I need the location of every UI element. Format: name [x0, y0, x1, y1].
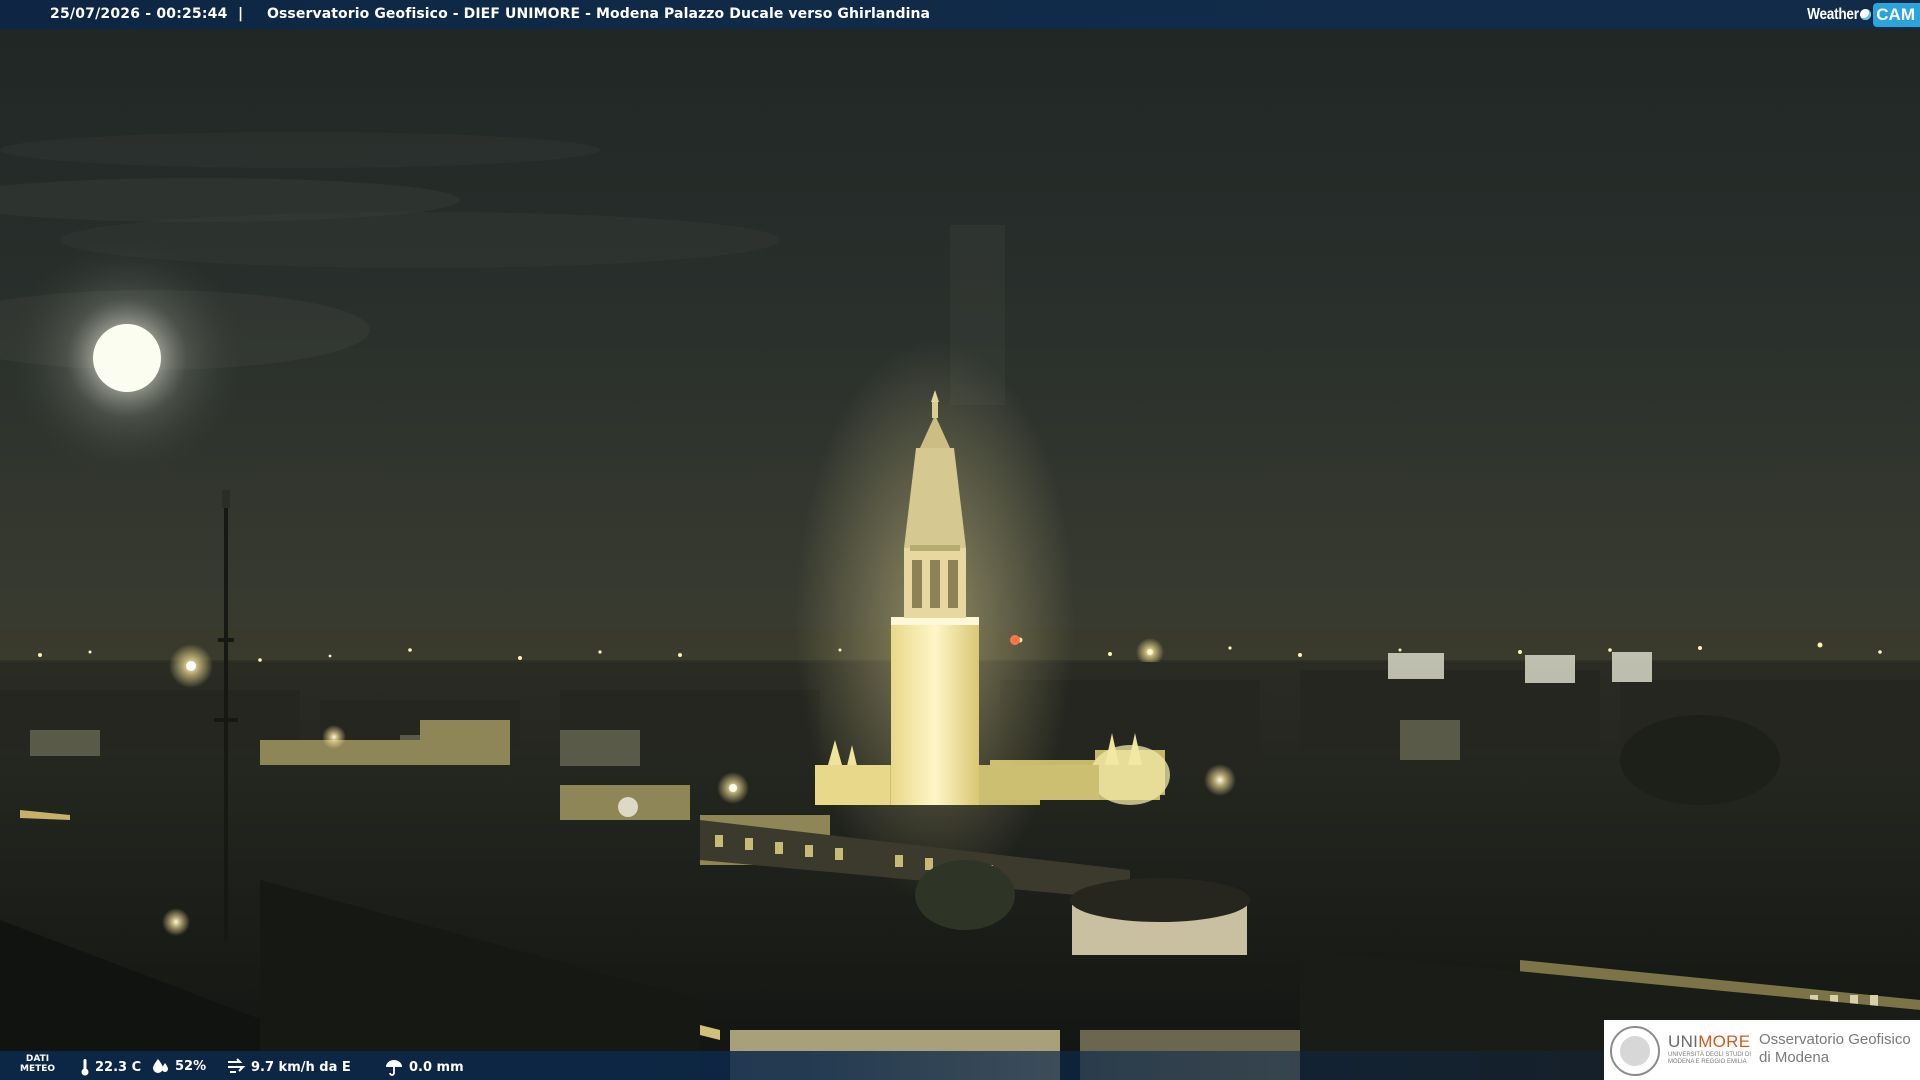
unimore-prefix: UNI — [1668, 1032, 1699, 1051]
rain-icon — [386, 1060, 402, 1076]
camera-title: Osservatorio Geofisico - DIEF UNIMORE - … — [267, 6, 931, 22]
wind-value: 9.7 km/h da E — [251, 1059, 351, 1075]
temperature-reading: 22.3 C — [80, 1058, 141, 1076]
timestamp: 25/07/2026 - 00:25:44 — [50, 6, 228, 22]
weathercam-logo[interactable]: Weather CAM — [1798, 0, 1920, 29]
wind-icon — [228, 1058, 246, 1073]
night-city-scene — [0, 0, 1920, 1080]
webcam-image — [0, 0, 1920, 1080]
observatory-name: Osservatorio Geofisico di Modena — [1759, 1031, 1911, 1066]
meteo-data-label: DATI METEO — [20, 1054, 56, 1074]
unimore-logo-text: UNIMORE UNIVERSITÀ DEGLI STUDI DI MODENA… — [1668, 1032, 1751, 1066]
brand-weather-text: Weather — [1806, 5, 1859, 23]
humidity-value: 52% — [175, 1058, 207, 1074]
brand-cam-text: CAM — [1873, 2, 1920, 27]
unimore-subtitle-1: UNIVERSITÀ DEGLI STUDI DI — [1668, 1052, 1752, 1058]
humidity-reading: 52% — [152, 1058, 206, 1074]
unimore-suffix: MORE — [1698, 1032, 1751, 1051]
top-info-bar: 25/07/2026 - 00:25:44 | Osservatorio Geo… — [0, 0, 1920, 29]
header-separator: | — [238, 6, 244, 22]
weathercam-dot-icon — [1860, 9, 1872, 20]
wind-reading: 9.7 km/h da E — [226, 1058, 351, 1076]
weather-data-bar: DATI METEO 22.3 C 52% 9.7 km/h da E 0.0 … — [0, 1051, 1604, 1080]
rain-value: 0.0 mm — [409, 1059, 464, 1075]
observatory-logo-box[interactable]: UNIMORE UNIVERSITÀ DEGLI STUDI DI MODENA… — [1604, 1020, 1920, 1080]
rain-reading: 0.0 mm — [384, 1058, 464, 1076]
temperature-value: 22.3 C — [95, 1059, 142, 1075]
thermometer-icon — [81, 1059, 89, 1076]
unimore-subtitle-2: MODENA E REGGIO EMILIA — [1668, 1059, 1747, 1065]
humidity-drop-icon — [153, 1059, 168, 1073]
university-seal-icon — [1610, 1026, 1660, 1076]
